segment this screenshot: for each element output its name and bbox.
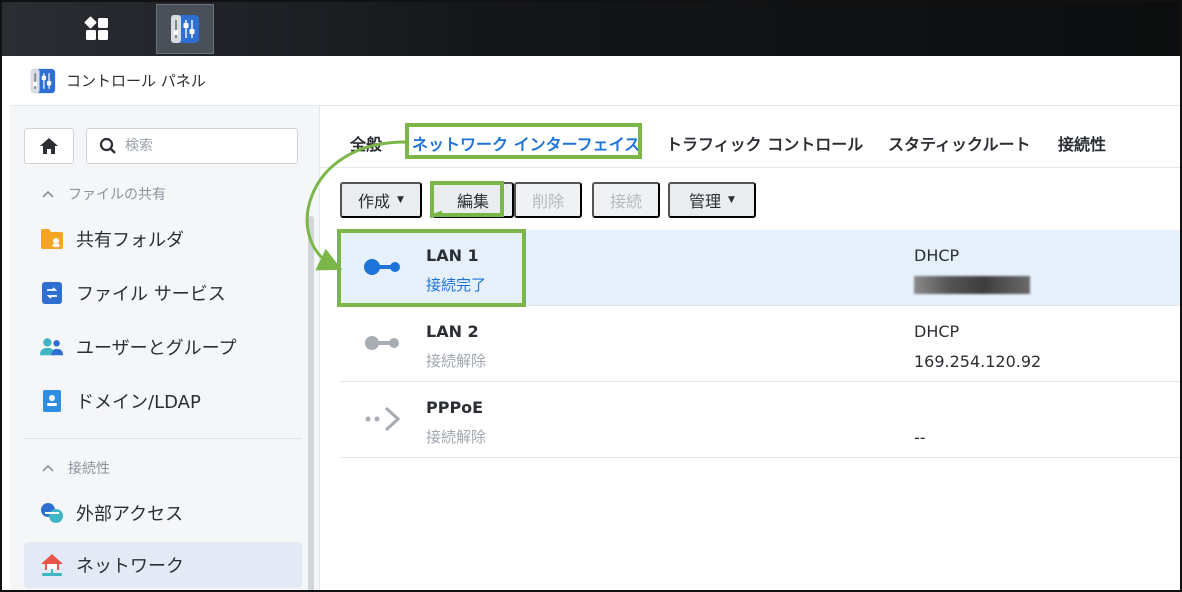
pppoe-icon [365,406,401,432]
manage-button[interactable]: 管理 ▼ [668,182,756,218]
tab-static-route[interactable]: スタティックルート [888,131,1031,155]
main-menu-button[interactable] [68,4,126,54]
users-groups-icon [40,335,64,359]
shared-folder-icon [40,227,64,251]
sidebar-item-users-groups[interactable]: ユーザーとグループ [24,324,302,370]
sidebar-item-label: ファイル サービス [76,284,226,305]
control-panel-icon [171,15,199,43]
button-label: 削除 [531,192,564,211]
create-button[interactable]: 作成 ▼ [340,182,422,218]
button-label: 編集 [456,192,489,211]
tab-connectivity[interactable]: 接続性 [1058,131,1106,155]
disconnected-link-icon [365,336,399,350]
interface-status: 接続解除 [426,352,487,370]
sidebar-item-label: ユーザーとグループ [76,338,237,359]
sidebar-item-domain-ldap[interactable]: ドメイン/LDAP [24,378,302,424]
apps-grid-icon [84,16,108,40]
interface-name: PPPoE [426,398,484,417]
main-panel: 全般 ネットワーク インターフェイス トラフィック コントロール スタティックル… [320,106,1180,590]
search-input[interactable] [125,138,285,154]
section-label: ファイルの共有 [68,187,166,203]
interface-type: DHCP [914,246,960,265]
sidebar-item-label: 外部アクセス [76,504,184,525]
button-label: 作成 [358,192,391,211]
connect-button[interactable]: 接続 [592,182,660,218]
chevron-up-icon [42,186,54,202]
tab-network-interface[interactable]: ネットワーク インターフェイス [412,131,640,155]
domain-ldap-icon [40,389,64,413]
interface-row-pppoe[interactable]: PPPoE 接続解除 -- [340,382,1180,458]
connected-link-icon [364,259,400,275]
section-label: 接続性 [68,461,110,477]
interface-name: LAN 1 [426,246,479,265]
toolbar: 作成 ▼ 編集 削除 接続 管理 ▼ [320,168,1180,228]
window-titlebar: コントロール パネル [10,56,1180,106]
home-button[interactable] [24,128,74,164]
file-services-icon [40,281,64,305]
section-file-sharing[interactable]: ファイルの共有 [42,184,166,204]
network-icon [40,553,64,577]
section-connectivity[interactable]: 接続性 [42,458,110,478]
tab-bar: 全般 ネットワーク インターフェイス トラフィック コントロール スタティックル… [320,106,1180,168]
button-label: 管理 [689,192,722,211]
sidebar: ファイルの共有 共有フォルダ ファイル サービス ユーザーとグループ [10,106,320,590]
interface-status: 接続完了 [426,276,487,294]
screenshot-frame: コントロール パネル ファイルの共有 [0,0,1182,592]
interface-status: 接続解除 [426,428,487,446]
caret-down-icon: ▼ [397,195,404,205]
tab-general[interactable]: 全般 [350,131,382,155]
sidebar-item-label: ドメイン/LDAP [76,392,201,413]
home-icon [40,138,58,154]
tab-traffic-control[interactable]: トラフィック コントロール [666,131,863,155]
chevron-up-icon [42,460,54,476]
taskbar [2,2,1180,56]
sidebar-item-label: 共有フォルダ [76,230,184,251]
control-panel-icon [30,68,56,93]
search-icon [99,137,116,154]
interface-ip: 169.254.120.92 [914,352,1042,371]
search-box[interactable] [86,128,298,164]
sidebar-item-file-services[interactable]: ファイル サービス [24,270,302,316]
control-panel-task-button[interactable] [156,4,214,54]
button-label: 接続 [609,192,642,211]
interface-name: LAN 2 [426,322,479,341]
edit-button[interactable]: 編集 [432,182,514,218]
sidebar-item-external-access[interactable]: 外部アクセス [24,490,302,536]
sidebar-item-label: ネットワーク [76,556,184,577]
interface-type: DHCP [914,322,960,341]
sidebar-item-shared-folder[interactable]: 共有フォルダ [24,216,302,262]
caret-down-icon: ▼ [728,195,735,205]
window-title: コントロール パネル [66,72,206,90]
sidebar-scrollbar[interactable] [308,216,314,590]
redacted-ip [914,276,1030,294]
interface-row-lan2[interactable]: LAN 2 接続解除 DHCP 169.254.120.92 [340,306,1180,382]
interface-ip: -- [914,428,926,447]
external-access-icon [40,501,64,525]
sidebar-divider [24,438,302,439]
control-panel-window: コントロール パネル ファイルの共有 [10,56,1180,590]
sidebar-item-network[interactable]: ネットワーク [24,542,302,588]
interface-row-lan1[interactable]: LAN 1 接続完了 DHCP [340,230,1180,306]
delete-button[interactable]: 削除 [514,182,582,218]
